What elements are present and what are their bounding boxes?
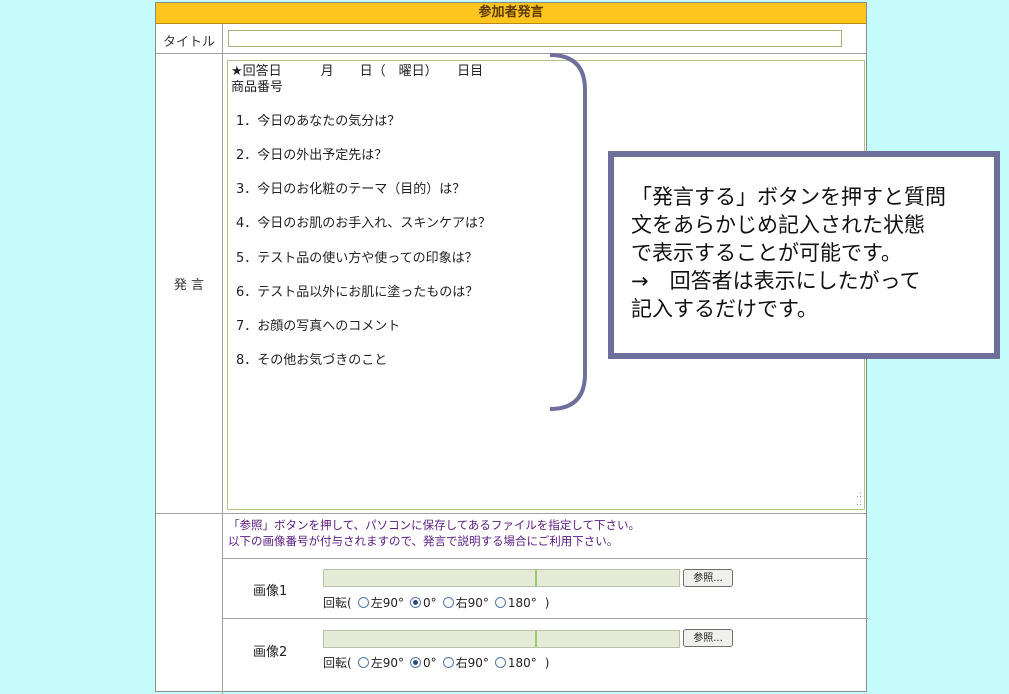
resize-grip-icon[interactable]: .:.: — [856, 491, 862, 508]
divider — [222, 618, 868, 619]
title-label: タイトル — [162, 35, 215, 50]
brace-annotation — [549, 53, 587, 411]
image2-label: 画像2 — [253, 645, 288, 660]
label-column-divider — [222, 24, 223, 694]
callout-line: → 回答者は表示にしたがって — [631, 269, 921, 293]
image1-label: 画像1 — [253, 584, 288, 599]
question-line: 4．今日のお肌のお手入れ、スキンケアは？ — [236, 216, 492, 231]
callout-line: 文をあらかじめ記入された状態 — [631, 213, 925, 237]
image1-browse-button[interactable]: 参照... — [683, 569, 733, 587]
rotate-option-label: 180° — [507, 595, 537, 610]
question-line: 6．テスト品以外にお肌に塗ったものは？ — [236, 285, 479, 300]
image-instruction-line: 以下の画像番号が付与されますので、発言で説明する場合にご利用下さい。 — [228, 534, 619, 548]
rotate-option-label: 左90° — [370, 596, 404, 610]
rotate-label: 回転( — [323, 656, 352, 670]
speech-label: 発 言 — [173, 278, 205, 293]
rotate-180-radio[interactable] — [494, 597, 506, 608]
rotate-option-label: 0° — [422, 655, 437, 670]
divider — [156, 513, 866, 514]
divider — [222, 558, 868, 559]
rotate-0-radio[interactable] — [409, 657, 421, 668]
textarea-line: 商品番号 — [231, 80, 284, 95]
rotate-option-label: 右90° — [455, 596, 489, 610]
rotate-option-label: 右90° — [455, 656, 489, 670]
rotate-label: 回転( — [323, 596, 352, 610]
image2-file-field[interactable] — [323, 630, 680, 648]
question-line: 8．その他お気づきのこと — [236, 353, 388, 368]
rotate-option-label: 左90° — [370, 656, 404, 670]
image-instruction-line: 「参照」ボタンを押して、パソコンに保存してあるファイルを指定して下さい。 — [228, 518, 641, 532]
textarea-line: ★回答日 月 日（ 曜日） 日目 — [231, 64, 484, 79]
rotate-left90-radio[interactable] — [357, 657, 369, 668]
image2-browse-button[interactable]: 参照... — [683, 629, 733, 647]
rotate-left90-radio[interactable] — [357, 597, 369, 608]
rotate-close-paren: ) — [544, 595, 550, 610]
rotate-right90-radio[interactable] — [442, 597, 454, 608]
callout-line: 記入するだけです。 — [631, 297, 818, 321]
image1-file-field[interactable] — [323, 569, 680, 587]
divider — [156, 53, 866, 54]
rotate-close-paren: ) — [544, 655, 550, 670]
callout-box: 「発言する」ボタンを押すと質問 文をあらかじめ記入された状態 で表示することが可… — [608, 151, 1000, 359]
image2-rotation-group: 回転( 左90° 0° 右90° 180° ) — [323, 654, 549, 671]
form-header: 参加者発言 — [156, 3, 866, 24]
title-input[interactable] — [228, 30, 842, 47]
rotate-option-label: 180° — [507, 655, 537, 670]
question-line: 1．今日のあなたの気分は？ — [236, 114, 401, 129]
question-line: 5．テスト品の使い方や使っての印象は？ — [236, 251, 478, 266]
question-line: 3．今日のお化粧のテーマ（目的）は？ — [236, 182, 466, 197]
rotate-right90-radio[interactable] — [442, 657, 454, 668]
question-line: 7．お顔の写真へのコメント — [236, 319, 401, 334]
rotate-0-radio[interactable] — [409, 597, 421, 608]
callout-line: で表示することが可能です。 — [631, 241, 902, 265]
rotate-option-label: 0° — [422, 595, 437, 610]
image1-rotation-group: 回転( 左90° 0° 右90° 180° ) — [323, 594, 549, 611]
question-line: 2．今日の外出予定先は？ — [236, 148, 388, 163]
rotate-180-radio[interactable] — [494, 657, 506, 668]
callout-line: 「発言する」ボタンを押すと質問 — [631, 185, 946, 209]
